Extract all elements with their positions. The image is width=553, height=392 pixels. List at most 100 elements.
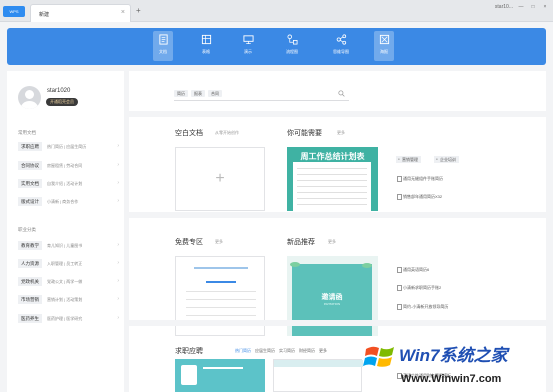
category-tag[interactable]: 合同协议: [18, 161, 42, 170]
template-line: [194, 267, 248, 269]
invitation-subtitle: INVITATION: [323, 302, 341, 306]
divider: [129, 320, 546, 326]
template-header: [274, 360, 363, 367]
category-tag[interactable]: 实用文档: [18, 179, 42, 188]
blank-document-card[interactable]: +: [175, 147, 265, 211]
category-row[interactable]: 教育教学 育儿知识 | 儿童图书 ›: [18, 241, 119, 251]
template-line: [186, 315, 256, 316]
template-sheet: [293, 162, 371, 211]
template-link[interactable]: 简约-小清新开放领导简历: [397, 304, 448, 310]
divider: [129, 111, 546, 117]
template-link[interactable]: 通用无缝组件手账简历: [397, 176, 443, 182]
user-name[interactable]: star10...: [495, 4, 513, 10]
job-tab[interactable]: 实习简历: [279, 348, 295, 354]
category-tag[interactable]: 版式设计: [18, 197, 42, 206]
chevron-right-icon: ›: [117, 198, 119, 204]
template-card-job-1[interactable]: [175, 359, 265, 392]
category-row[interactable]: 党政机关 党政公文 | 两学一做 ›: [18, 277, 119, 287]
category-row[interactable]: 市场营销 营销计划 | 活动策划 ›: [18, 295, 119, 305]
flowchart-icon: [287, 34, 297, 45]
template-line: [186, 291, 256, 292]
category-sub[interactable]: 小清新 | 商务合作: [47, 199, 78, 205]
tool-flowchart[interactable]: 流程图: [282, 31, 302, 61]
search-tag[interactable]: 简历: [174, 90, 188, 97]
tool-mindmap[interactable]: 思维导图: [331, 31, 351, 61]
tool-label: 文档: [159, 49, 167, 54]
close-icon[interactable]: ×: [121, 9, 125, 16]
category-tag[interactable]: 党政机关: [18, 277, 42, 286]
category-sub[interactable]: 热门简历 | 应届生简历: [47, 144, 86, 150]
chevron-right-icon: ›: [117, 315, 119, 321]
chevron-right-icon: ›: [117, 242, 119, 248]
category-tag[interactable]: 人力资源: [18, 259, 42, 268]
common-docs-title: 常用文档: [18, 130, 36, 135]
category-tag[interactable]: 教育教学: [18, 241, 42, 250]
sheet-line: [297, 192, 367, 193]
search-tag[interactable]: 报表: [191, 90, 205, 97]
template-card-summary[interactable]: 周工作总结计划表: [287, 147, 378, 211]
app-logo[interactable]: WPS: [3, 6, 25, 17]
hot-tag[interactable]: 企业培训: [434, 156, 459, 163]
template-card-job-2[interactable]: [273, 359, 363, 392]
job-tab[interactable]: 应届生简历: [255, 348, 275, 354]
category-sub[interactable]: 育儿知识 | 儿童图书: [47, 243, 82, 249]
close-window-button[interactable]: ×: [541, 4, 549, 10]
template-line: [186, 299, 256, 300]
minimize-button[interactable]: —: [517, 4, 525, 10]
category-row[interactable]: 医药养生 医药护理 | 医学研究 ›: [18, 314, 119, 324]
avatar[interactable]: [18, 86, 41, 109]
vip-button[interactable]: 开通稻壳会员: [46, 98, 78, 106]
more-link[interactable]: 更多: [328, 239, 336, 245]
job-tab[interactable]: 热门简历: [235, 348, 251, 354]
more-link[interactable]: 更多: [215, 239, 223, 245]
tool-poster[interactable]: 海报: [374, 31, 394, 61]
job-tab[interactable]: 更多: [319, 348, 327, 354]
leaf-decoration: [290, 262, 300, 267]
poster-icon: [379, 34, 389, 45]
template-line: [203, 367, 243, 369]
chevron-right-icon: ›: [117, 180, 119, 186]
tab-label: 新建: [39, 12, 50, 18]
job-tab[interactable]: 财经简历: [299, 348, 315, 354]
category-row[interactable]: 版式设计 小清新 | 商务合作 ›: [18, 197, 119, 207]
hot-tag[interactable]: 营销管理: [396, 156, 421, 163]
category-row[interactable]: 人力资源 入职管理 | 员工转正 ›: [18, 259, 119, 269]
category-sub[interactable]: 自我介绍 | 活动计划: [47, 181, 82, 187]
username[interactable]: star1020: [47, 88, 70, 94]
category-sub[interactable]: 医药护理 | 医学研究: [47, 316, 82, 322]
sidebar: star1020 开通稻壳会员 常用文档 求职应聘 热门简历 | 应届生简历 ›…: [7, 71, 124, 392]
chevron-right-icon: ›: [117, 143, 119, 149]
search-input[interactable]: [174, 100, 349, 101]
category-sub[interactable]: 党政公文 | 两学一做: [47, 279, 82, 285]
template-link[interactable]: 通用英语简历6: [397, 267, 429, 273]
maximize-button[interactable]: □: [529, 4, 537, 10]
tab-new[interactable]: 新建 ×: [30, 4, 131, 22]
new-tab-button[interactable]: +: [136, 7, 141, 15]
category-sub[interactable]: 入职管理 | 员工转正: [47, 261, 82, 267]
tool-document[interactable]: 文档: [153, 31, 173, 61]
template-link[interactable]: 销售部年通用简历X32: [397, 194, 442, 200]
category-sub[interactable]: 营销计划 | 活动策划: [47, 297, 82, 303]
sheet-line: [297, 174, 367, 175]
more-link[interactable]: 更多: [337, 130, 345, 136]
new-document-toolbar: 文档 表格 演示 流程图 思维导图 海报: [7, 28, 546, 65]
sheet-line: [297, 180, 367, 181]
category-tag[interactable]: 求职应聘: [18, 142, 42, 151]
tool-presentation[interactable]: 演示: [238, 31, 258, 61]
category-tag[interactable]: 市场营销: [18, 295, 42, 304]
category-row[interactable]: 实用文档 自我介绍 | 活动计划 ›: [18, 179, 119, 189]
category-tag[interactable]: 医药养生: [18, 314, 42, 323]
chevron-right-icon: ›: [117, 278, 119, 284]
category-row[interactable]: 合同协议 房屋租赁 | 劳动合同 ›: [18, 161, 119, 171]
tool-label: 海报: [380, 49, 388, 54]
blank-doc-sub: 从零开始创作: [215, 130, 239, 135]
search-icon[interactable]: [338, 90, 345, 97]
presentation-icon: [242, 35, 254, 44]
category-row[interactable]: 求职应聘 热门简历 | 应届生简历 ›: [18, 142, 119, 152]
category-sub[interactable]: 房屋租赁 | 劳动合同: [47, 163, 82, 169]
template-link[interactable]: 英语个性通用财务简历模板: [397, 373, 451, 379]
tool-table[interactable]: 表格: [196, 31, 216, 61]
tool-label: 流程图: [286, 49, 298, 54]
template-link[interactable]: 小清新求职简历手账2: [397, 285, 441, 291]
search-tag[interactable]: 合同: [208, 90, 222, 97]
